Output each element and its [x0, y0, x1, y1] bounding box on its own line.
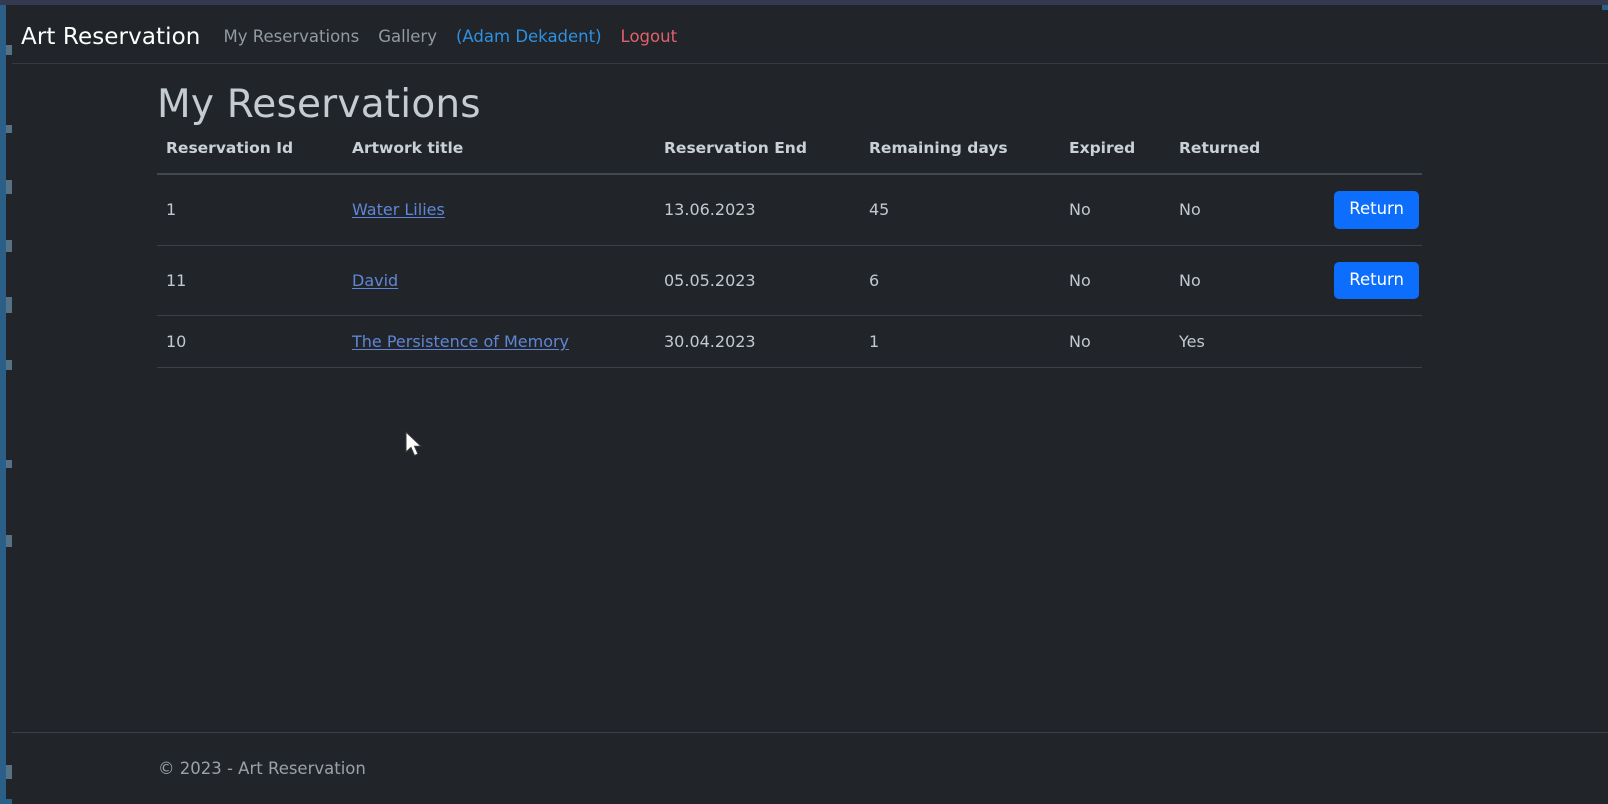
cell-action: Return: [1290, 174, 1422, 246]
cell-reservation-end: 13.06.2023: [655, 174, 860, 246]
footer-copyright: © 2023 - Art Reservation: [158, 759, 366, 778]
cell-remaining-days: 6: [860, 245, 1060, 316]
return-button[interactable]: Return: [1334, 191, 1419, 229]
column-header-expired: Expired: [1060, 139, 1170, 175]
brand-title[interactable]: Art Reservation: [21, 24, 200, 50]
cell-artwork-title: The Persistence of Memory: [343, 315, 655, 368]
column-header-actions: [1290, 139, 1422, 175]
screen: Art Reservation My Reservations Gallery …: [0, 0, 1608, 804]
cell-reservation-end: 05.05.2023: [655, 245, 860, 316]
column-header-artwork-title: Artwork title: [343, 139, 655, 175]
browser-window-frame: Art Reservation My Reservations Gallery …: [0, 5, 1608, 804]
nav-link-logout[interactable]: Logout: [621, 27, 678, 46]
return-button[interactable]: Return: [1334, 261, 1419, 299]
artwork-link[interactable]: Water Lilies: [352, 200, 445, 219]
navbar: Art Reservation My Reservations Gallery …: [12, 10, 1608, 64]
table-header: Reservation Id Artwork title Reservation…: [157, 139, 1422, 175]
column-header-reservation-end: Reservation End: [655, 139, 860, 175]
cell-returned: No: [1170, 245, 1290, 316]
cell-artwork-title: David: [343, 245, 655, 316]
nav-link-gallery[interactable]: Gallery: [378, 27, 437, 46]
column-header-remaining-days: Remaining days: [860, 139, 1060, 175]
cell-reservation-id: 1: [157, 174, 343, 246]
cell-reservation-id: 11: [157, 245, 343, 316]
web-page: Art Reservation My Reservations Gallery …: [12, 10, 1608, 804]
table-row: 1 Water Lilies 13.06.2023 45 No No Retur…: [157, 174, 1422, 246]
table-header-row: Reservation Id Artwork title Reservation…: [157, 139, 1422, 175]
main-content: My Reservations Reservation Id Artwork t…: [12, 64, 1608, 730]
cell-reservation-id: 10: [157, 315, 343, 368]
page-title: My Reservations: [157, 82, 481, 127]
cell-action: Return: [1290, 245, 1422, 316]
reservations-table: Reservation Id Artwork title Reservation…: [157, 139, 1422, 368]
nav-link-user-account[interactable]: (Adam Dekadent): [456, 27, 602, 46]
cell-reservation-end: 30.04.2023: [655, 315, 860, 368]
artwork-link[interactable]: David: [352, 271, 398, 290]
cell-remaining-days: 1: [860, 315, 1060, 368]
cell-returned: No: [1170, 174, 1290, 246]
cell-remaining-days: 45: [860, 174, 1060, 246]
cell-artwork-title: Water Lilies: [343, 174, 655, 246]
footer: © 2023 - Art Reservation: [12, 732, 1608, 804]
cell-action: [1290, 315, 1422, 368]
table-row: 10 The Persistence of Memory 30.04.2023 …: [157, 315, 1422, 368]
cell-returned: Yes: [1170, 315, 1290, 368]
column-header-returned: Returned: [1170, 139, 1290, 175]
cell-expired: No: [1060, 245, 1170, 316]
nav-link-my-reservations[interactable]: My Reservations: [223, 27, 359, 46]
artwork-link[interactable]: The Persistence of Memory: [352, 332, 569, 351]
table-row: 11 David 05.05.2023 6 No No Return: [157, 245, 1422, 316]
column-header-reservation-id: Reservation Id: [157, 139, 343, 175]
table-body: 1 Water Lilies 13.06.2023 45 No No Retur…: [157, 174, 1422, 368]
cell-expired: No: [1060, 174, 1170, 246]
cell-expired: No: [1060, 315, 1170, 368]
